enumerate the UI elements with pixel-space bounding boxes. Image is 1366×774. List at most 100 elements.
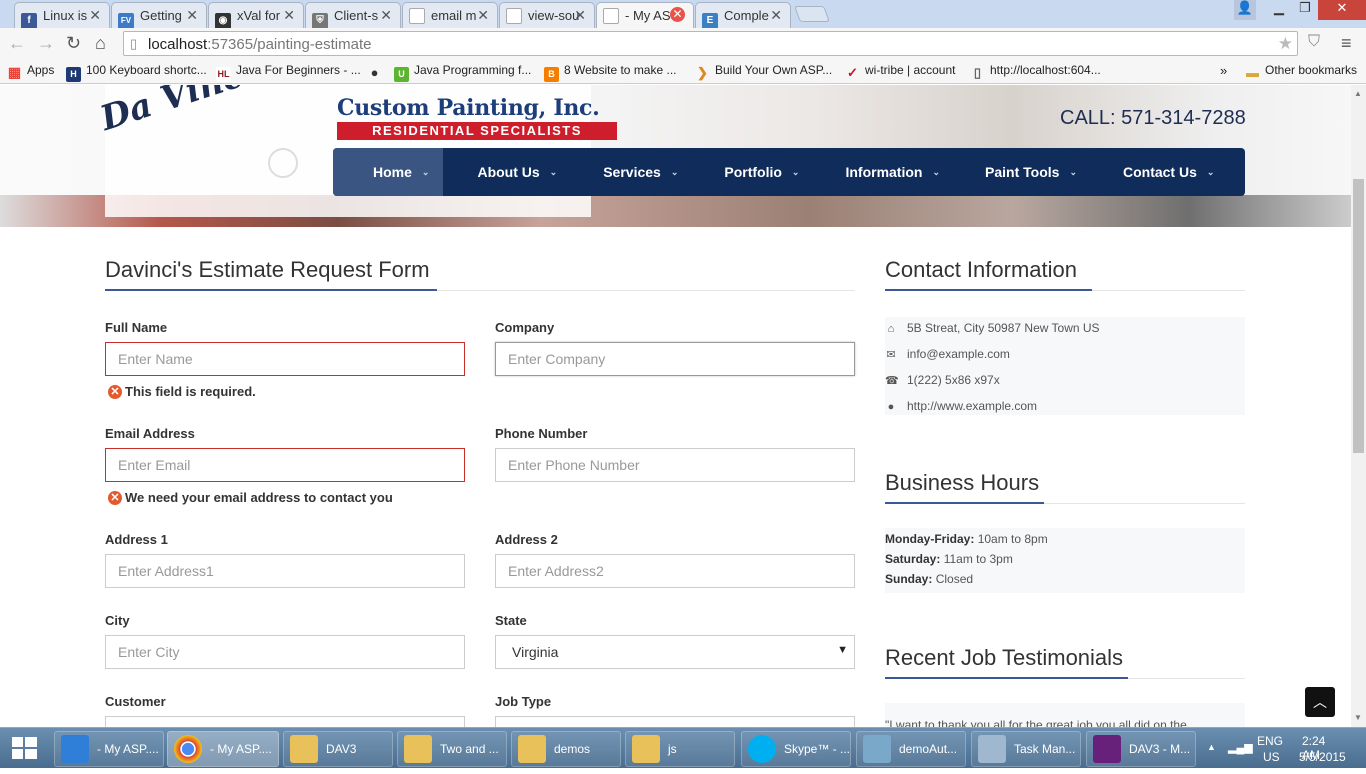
browser-tab[interactable]: view-sou ✕ — [499, 2, 595, 28]
main-nav: Home ⌄ About Us ⌄ Services ⌄ Portfolio ⌄ Inf… — [333, 148, 1245, 196]
company-input[interactable]: Enter Company — [495, 342, 855, 376]
tray-expand-icon[interactable]: ▲ — [1207, 742, 1216, 752]
scroll-up-icon[interactable]: ▲ — [1354, 89, 1362, 98]
job-type-input[interactable] — [495, 716, 855, 727]
page-icon — [603, 8, 619, 24]
phone-input[interactable]: Enter Phone Number — [495, 448, 855, 482]
taskbar-visual-studio[interactable]: DAV3 - M... — [1086, 731, 1196, 767]
close-icon[interactable]: ✕ — [89, 7, 101, 24]
browser-tab-active[interactable]: - My AS ✕ — [596, 2, 694, 29]
nav-portfolio[interactable]: Portfolio ⌄ — [678, 148, 799, 196]
address1-label: Address 1 — [105, 532, 168, 547]
bookmark-apps[interactable]: ▦ Apps — [7, 63, 54, 80]
taskbar-folder[interactable]: demos — [511, 731, 621, 767]
taskbar-chrome[interactable]: - My ASP.... — [167, 731, 279, 767]
taskbar-folder[interactable]: DAV3 — [283, 731, 393, 767]
ie-icon — [61, 735, 89, 763]
contact-title: Contact Information — [885, 257, 1077, 282]
shield-extension-icon[interactable]: ⛉ — [1308, 33, 1320, 51]
taskbar-skype[interactable]: Skype™ - ... — [741, 731, 851, 767]
title-underline — [885, 502, 1044, 504]
close-icon[interactable]: ✕ — [283, 7, 295, 24]
close-icon[interactable]: ✕ — [770, 7, 782, 24]
reload-icon[interactable]: ↻ — [66, 33, 81, 54]
start-button[interactable] — [0, 728, 50, 769]
other-bookmarks[interactable]: ▬ Other bookmarks — [1245, 63, 1357, 80]
windows-taskbar: - My ASP.... - My ASP.... DAV3 Two and .… — [0, 727, 1366, 768]
close-icon[interactable]: ✕ — [477, 7, 489, 24]
page-icon: ▯ — [130, 36, 138, 51]
restore-button[interactable]: ❐ — [1294, 0, 1316, 20]
hours-row: Saturday: 11am to 3pm — [885, 552, 1013, 566]
bookmark-item[interactable]: ❯ Build Your Own ASP... — [695, 63, 832, 80]
home-icon[interactable]: ⌂ — [95, 33, 106, 54]
logo-title[interactable]: Custom Painting, Inc. — [337, 95, 600, 121]
email-input[interactable]: Enter Email — [105, 448, 465, 482]
language-indicator[interactable]: ENG — [1257, 734, 1283, 748]
city-input[interactable]: Enter City — [105, 635, 465, 669]
browser-tab[interactable]: E Comple ✕ — [695, 2, 791, 28]
browser-tab[interactable]: email m ✕ — [402, 2, 498, 28]
clock-date[interactable]: 5/5/2015 — [1299, 750, 1346, 764]
title-underline — [105, 289, 437, 291]
contact-email[interactable]: ✉ info@example.com — [885, 347, 1010, 361]
page-scrollbar[interactable]: ▲ ▼ — [1351, 85, 1366, 727]
minimize-button[interactable]: ▁ — [1264, 0, 1294, 20]
browser-tab[interactable]: ⛨ Client-s ✕ — [305, 2, 401, 28]
nav-about-us[interactable]: About Us ⌄ — [443, 148, 557, 196]
close-icon[interactable]: ✕ — [186, 7, 198, 24]
bookmark-item[interactable]: ● — [367, 63, 387, 80]
back-icon[interactable]: ← — [8, 33, 26, 54]
taskbar-task-manager[interactable]: Task Man... — [971, 731, 1081, 767]
bookmark-item[interactable]: B8 Website to make ... — [544, 63, 677, 82]
bookmark-item[interactable]: HL Java For Beginners - ... — [216, 63, 361, 82]
page-viewport: Da Vinci's Custom Painting, Inc. RESIDEN… — [0, 85, 1351, 727]
close-icon[interactable]: ✕ — [380, 7, 392, 24]
bookmark-item[interactable]: H 100 Keyboard shortc... — [66, 63, 207, 82]
customer-label: Customer — [105, 694, 166, 709]
scrollbar-thumb[interactable] — [1353, 179, 1364, 453]
new-tab-button[interactable] — [794, 6, 830, 22]
menu-icon[interactable]: ≡ — [1341, 33, 1352, 54]
taskbar-folder[interactable]: js — [625, 731, 735, 767]
address2-input[interactable]: Enter Address2 — [495, 554, 855, 588]
nav-services[interactable]: Services ⌄ — [557, 148, 678, 196]
address2-label: Address 2 — [495, 532, 558, 547]
star-icon[interactable]: ★ — [1278, 34, 1293, 54]
browser-tab[interactable]: f Linux is ✕ — [14, 2, 110, 28]
scroll-down-icon[interactable]: ▼ — [1354, 713, 1362, 722]
bookmark-item[interactable]: ✓ wi-tribe | account — [845, 63, 955, 80]
signal-icon[interactable]: ▂▄▆ — [1228, 741, 1253, 754]
taskbar-app[interactable]: demoAut... — [856, 731, 966, 767]
windows-logo-icon — [12, 737, 37, 759]
full-name-label: Full Name — [105, 320, 168, 335]
nav-paint-tools[interactable]: Paint Tools ⌄ — [940, 148, 1077, 196]
address-bar[interactable]: ▯ localhost:57365/painting-estimate ★ — [123, 31, 1298, 56]
window-close-button[interactable]: ✕ — [1318, 0, 1366, 20]
chevron-down-icon: ⌄ — [791, 166, 800, 177]
browser-tab[interactable]: ◉ xVal for ✕ — [208, 2, 304, 28]
user-icon[interactable]: 👤 — [1234, 0, 1256, 20]
folder-icon — [404, 735, 432, 763]
bookmark-item[interactable]: U Java Programming f... — [394, 63, 531, 82]
taskbar-ie[interactable]: - My ASP.... — [54, 731, 164, 767]
skype-icon — [748, 735, 776, 763]
contact-website[interactable]: ● http://www.example.com — [885, 399, 1037, 413]
back-to-top-button[interactable]: ︿ — [1305, 687, 1335, 717]
close-icon[interactable]: ✕ — [670, 7, 685, 22]
state-select[interactable]: Virginia ▼ — [495, 635, 855, 669]
nav-information[interactable]: Information ⌄ — [799, 148, 940, 196]
browser-tab[interactable]: FV Getting ✕ — [111, 2, 207, 28]
taskbar-folder[interactable]: Two and ... — [397, 731, 507, 767]
close-icon[interactable]: ✕ — [574, 7, 586, 24]
full-name-input[interactable]: Enter Name — [105, 342, 465, 376]
app-icon — [863, 735, 891, 763]
bookmark-item[interactable]: ▯ http://localhost:604... — [970, 63, 1101, 80]
check-icon: ✓ — [847, 65, 858, 80]
nav-contact-us[interactable]: Contact Us ⌄ — [1077, 148, 1214, 196]
address1-input[interactable]: Enter Address1 — [105, 554, 465, 588]
nav-home[interactable]: Home ⌄ — [333, 148, 444, 196]
customer-input[interactable] — [105, 716, 465, 727]
forward-icon[interactable]: → — [37, 33, 55, 54]
bookmarks-overflow[interactable]: » — [1220, 63, 1227, 78]
